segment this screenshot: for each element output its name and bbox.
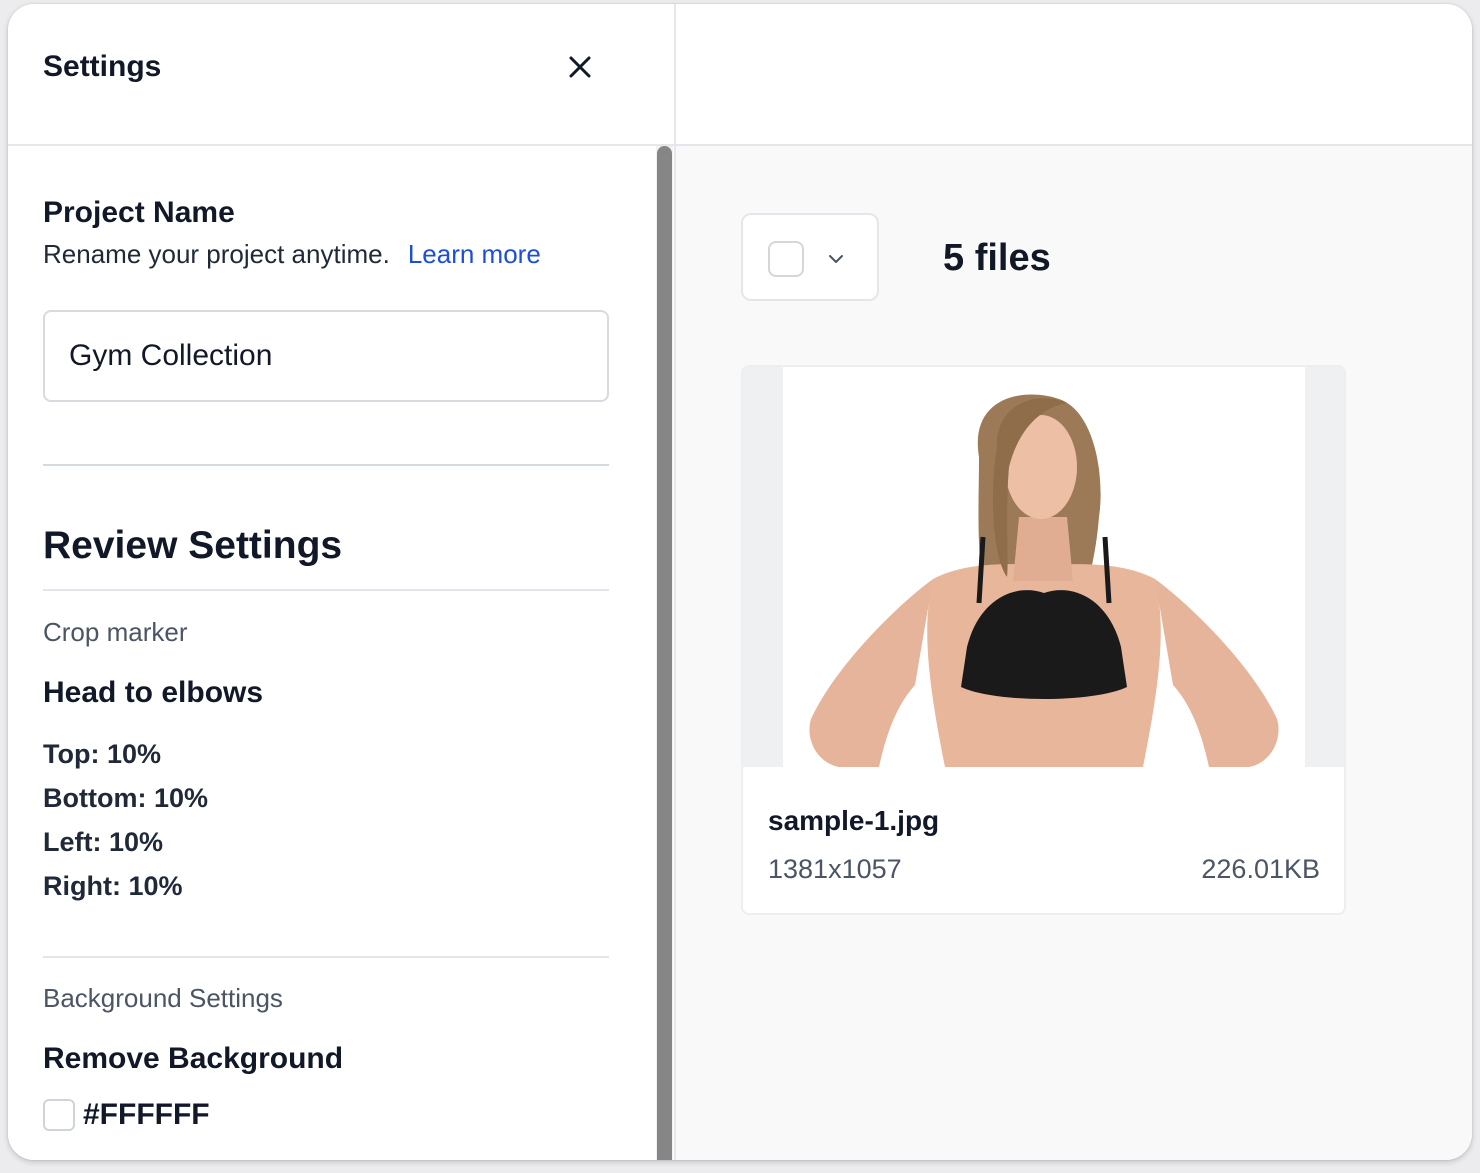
divider <box>43 464 609 466</box>
settings-title: Settings <box>43 50 162 83</box>
image-thumbnail <box>783 367 1305 767</box>
file-name: sample-1.jpg <box>768 805 940 836</box>
background-color-checkbox[interactable] <box>43 1099 75 1131</box>
files-header <box>676 4 1472 146</box>
background-settings-label: Background Settings <box>43 983 283 1013</box>
settings-scrollbar[interactable] <box>656 146 673 1160</box>
crop-values-list: Top: 10% Bottom: 10% Left: 10% Right: 10… <box>43 732 208 908</box>
review-settings-heading: Review Settings <box>43 524 343 567</box>
select-all-checkbox[interactable] <box>768 241 804 277</box>
project-name-description-row: Rename your project anytime. Learn more <box>43 239 541 270</box>
crop-marker-label: Crop marker <box>43 617 188 647</box>
project-name-heading: Project Name <box>43 196 235 229</box>
scrollbar-thumb[interactable] <box>657 146 672 1160</box>
close-icon <box>569 56 591 78</box>
divider <box>43 956 609 958</box>
file-card[interactable]: sample-1.jpg 1381x1057 226.01KB <box>741 365 1346 915</box>
learn-more-link[interactable]: Learn more <box>408 239 541 269</box>
crop-value-top: Top: 10% <box>43 739 162 769</box>
settings-panel: Settings Project Name Rename your projec… <box>8 4 674 1160</box>
background-color-value: #FFFFFF <box>83 1098 210 1131</box>
chevron-down-icon <box>829 255 843 263</box>
thumbnail-frame <box>743 367 1344 767</box>
divider <box>43 589 609 591</box>
project-name-input[interactable] <box>43 310 609 402</box>
select-all-dropdown[interactable] <box>741 213 879 301</box>
crop-preset-name: Head to elbows <box>43 676 264 709</box>
close-button[interactable] <box>564 51 596 83</box>
project-name-description: Rename your project anytime. <box>43 239 390 269</box>
file-size: 226.01KB <box>1201 854 1320 884</box>
background-color-row: #FFFFFF <box>43 1098 210 1132</box>
crop-value-left: Left: 10% <box>43 827 164 857</box>
crop-value-right: Right: 10% <box>43 871 183 901</box>
app-window: Settings Project Name Rename your projec… <box>8 4 1472 1160</box>
file-dimensions: 1381x1057 <box>768 854 902 884</box>
crop-value-bottom: Bottom: 10% <box>43 783 209 813</box>
file-count: 5 files <box>943 237 1051 279</box>
files-panel: 5 files sample-1.jpg 1381x1057 226.01KB <box>674 4 1472 1160</box>
settings-header: Settings <box>8 4 674 146</box>
remove-background-heading: Remove Background <box>43 1042 344 1075</box>
